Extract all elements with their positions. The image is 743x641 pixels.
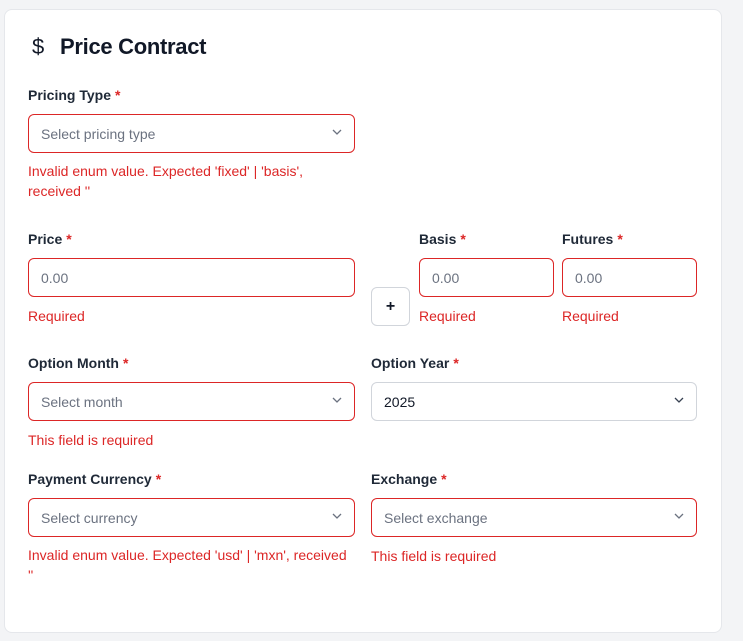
option-month-error: This field is required [28, 432, 154, 448]
required-mark: * [460, 231, 466, 247]
add-basis-futures-button[interactable]: + [371, 287, 410, 326]
pricing-type-error: Invalid enum value. Expected 'fixed' | '… [28, 163, 304, 199]
option-month-select[interactable]: Select month [28, 382, 355, 421]
option-year-value: 2025 [384, 393, 416, 410]
price-contract-card: $ Price Contract Pricing Type * Select pr… [4, 9, 722, 633]
chevron-down-icon [332, 396, 342, 404]
price-label: Price * [28, 231, 72, 247]
required-mark: * [617, 231, 623, 247]
price-placeholder: 0.00 [41, 269, 69, 286]
exchange-label: Exchange * [371, 471, 447, 487]
futures-placeholder: 0.00 [575, 269, 603, 286]
basis-input[interactable]: 0.00 [419, 258, 554, 297]
payment-currency-label: Payment Currency * [28, 471, 161, 487]
basis-label: Basis * [419, 231, 466, 247]
required-mark: * [122, 355, 129, 371]
required-mark: * [441, 471, 447, 487]
required-mark: * [114, 87, 121, 103]
option-month-label-text: Option Month [28, 355, 119, 371]
required-mark: * [155, 471, 162, 487]
payment-currency-select[interactable]: Select currency [28, 498, 355, 537]
payment-currency-label-text: Payment Currency [28, 471, 152, 487]
exchange-error: This field is required [371, 548, 497, 564]
chevron-down-icon [332, 512, 342, 520]
pricing-type-label-text: Pricing Type [28, 87, 111, 103]
exchange-select[interactable]: Select exchange [371, 498, 697, 537]
chevron-down-icon [674, 396, 684, 404]
futures-error: Required [562, 308, 619, 324]
futures-input[interactable]: 0.00 [562, 258, 697, 297]
payment-currency-error: Invalid enum value. Expected 'usd' | 'mx… [28, 547, 347, 583]
required-mark: * [66, 231, 72, 247]
price-error: Required [28, 308, 85, 324]
basis-error: Required [419, 308, 476, 324]
pricing-type-label: Pricing Type * [28, 87, 120, 103]
exchange-label-text: Exchange [371, 471, 438, 487]
option-year-label: Option Year * [371, 355, 459, 371]
price-label-text: Price [28, 231, 63, 247]
required-mark: * [453, 355, 459, 371]
futures-label: Futures * [562, 231, 623, 247]
option-month-label: Option Month * [28, 355, 128, 371]
option-year-label-text: Option Year [371, 355, 450, 371]
option-year-select[interactable]: 2025 [371, 382, 697, 421]
card-header: $ Price Contract [32, 34, 206, 60]
basis-placeholder: 0.00 [432, 269, 460, 286]
pricing-type-placeholder: Select pricing type [41, 125, 156, 142]
price-input[interactable]: 0.00 [28, 258, 355, 297]
futures-label-text: Futures [562, 231, 614, 247]
exchange-placeholder: Select exchange [384, 509, 488, 526]
chevron-down-icon [674, 512, 684, 520]
payment-currency-placeholder: Select currency [41, 509, 138, 526]
option-month-placeholder: Select month [41, 393, 123, 410]
dollar-icon: $ [32, 34, 45, 59]
basis-label-text: Basis [419, 231, 457, 247]
pricing-type-select[interactable]: Select pricing type [28, 114, 355, 153]
page-title: Price Contract [60, 34, 207, 59]
chevron-down-icon [332, 128, 342, 136]
